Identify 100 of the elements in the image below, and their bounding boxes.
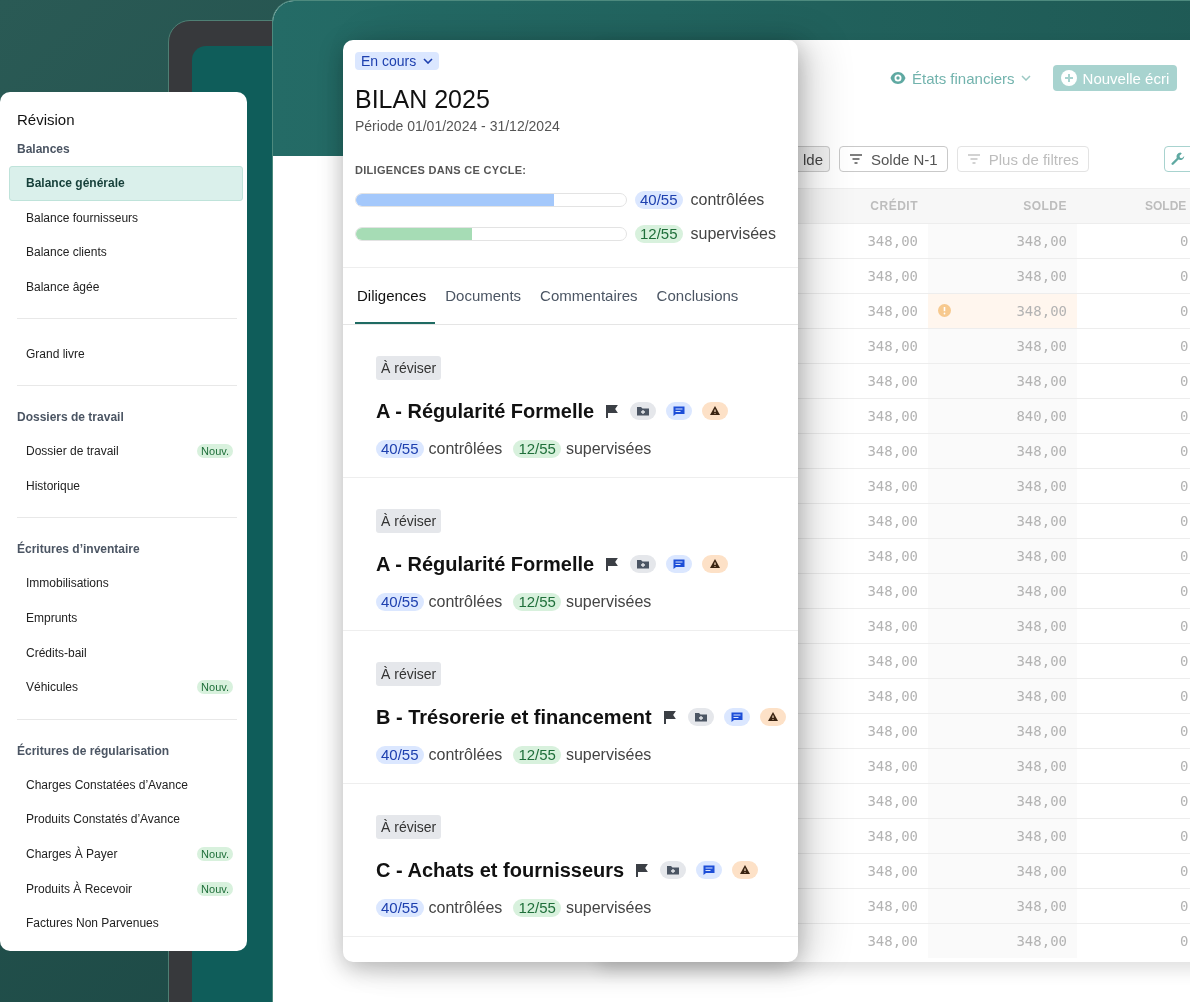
folder-plus-icon[interactable] [687,708,714,726]
sidebar-item[interactable]: Crédits-bail [9,635,243,670]
sidebar-item[interactable]: Immobilisations [9,566,243,601]
cycle-title: BILAN 2025 [355,84,491,114]
comment-icon[interactable] [666,555,693,573]
tab[interactable]: Commentaires [538,268,647,324]
status-label: supervisées [565,440,652,458]
status-label: contrôlées [428,899,503,917]
table-cell-text: 348,00 [1015,792,1068,811]
folder-plus-icon[interactable] [660,861,687,879]
table-cell-text: 0 [1179,582,1190,601]
table-cell-text: 0 [1179,407,1190,426]
tab[interactable]: Diligences [355,268,436,324]
count-badge: 12/55 [513,746,561,764]
table-cell-text: 0 [1179,652,1190,671]
sidebar-item[interactable]: Factures Non Parvenues [9,905,243,941]
table-cell-text: 0 [1179,232,1190,251]
warning-icon[interactable] [759,708,786,726]
status-badge: À réviser [376,509,442,533]
flag-icon[interactable] [606,557,619,571]
sidebar-item[interactable]: Emprunts [9,600,243,636]
table-cell-text: 348,00 [866,652,919,671]
sidebar-item[interactable]: Charges À Payer Nouv. [9,836,243,872]
table-cell-text: 348,00 [1015,477,1068,496]
table-cell-text: 348,00 [866,512,919,531]
count-badge: 40/55 [635,190,683,209]
filter-button[interactable]: lde [798,146,830,172]
sidebar-item[interactable]: Produits À Recevoir Nouv. [9,871,243,906]
table-cell-text: 0 [1179,617,1190,636]
warning-icon[interactable] [702,555,729,573]
sidebar-item[interactable]: Balance âgée [9,269,243,305]
wrench-icon [1170,152,1185,166]
table-cell-text: 348,00 [1015,862,1068,881]
table-cell-text: 348,00 [1015,687,1068,706]
count-badge: 12/55 [513,593,561,611]
table-cell-text: 348,00 [866,267,919,286]
table-cell-text: 348,00 [866,617,919,636]
sidebar-item[interactable]: Historique [9,468,243,504]
sidebar-item[interactable]: Balance clients [9,235,243,270]
warning-icon[interactable] [732,861,759,879]
table-cell-text: 348,00 [866,477,919,496]
filter-button[interactable]: Solde N-1 [839,146,948,172]
table-cell-text: 348,00 [866,722,919,741]
table-cell-text: 0 [1179,792,1190,811]
table-cell-text: 348,00 [866,687,919,706]
eye-icon [890,72,906,84]
table-cell-text: 348,00 [1015,722,1068,741]
table-cell-text: 0 [1179,687,1190,706]
table-cell-text: 348,00 [1015,547,1068,566]
sidebar-item[interactable]: Balance fournisseurs [9,200,243,236]
status-badge: À réviser [376,662,442,686]
table-cell-text: 0 [1179,337,1190,356]
sidebar-item[interactable]: Dossier de travail Nouv. [9,433,243,469]
status-label: contrôlées [428,440,503,458]
tab[interactable]: Documents [443,268,531,324]
table-cell-text: 348,00 [866,372,919,391]
sidebar-item[interactable]: Balance générale [9,166,243,201]
cycle-name: A - Régularité Formelle [376,552,595,576]
filter-icon [966,154,981,164]
comment-icon[interactable] [723,708,750,726]
sidebar-item[interactable]: Charges Constatées d’Avance [9,767,243,803]
section-heading: Dossiers de travail [16,408,125,426]
table-cell-text: 348,00 [1015,932,1068,951]
flag-icon[interactable] [636,863,649,877]
count-badge: 40/55 [376,899,424,917]
flag-icon[interactable] [606,404,619,418]
sidebar-item[interactable]: Grand livre [9,336,243,371]
table-cell-text: 0 [1179,547,1190,566]
table-cell-text: 348,00 [866,827,919,846]
warning-icon[interactable] [702,402,729,420]
table-cell-text: 348,00 [1015,337,1068,356]
section-heading: Balances [16,141,71,158]
tab[interactable]: Conclusions [654,268,748,324]
sidebar-item[interactable]: Véhicules Nouv. [9,669,243,705]
new-badge: Nouv. [197,680,233,695]
count-badge: 40/55 [376,593,424,611]
comment-icon[interactable] [666,402,693,420]
new-badge: Nouv. [197,881,233,896]
new-badge: Nouv. [197,444,233,459]
status-label: supervisées [565,593,652,611]
caret-icon [1020,75,1031,81]
table-cell-text: 348,00 [1015,582,1068,601]
status-badge: À réviser [376,356,442,380]
sidebar-title: Révision [16,110,76,130]
table-cell-text: 348,00 [1015,617,1068,636]
table-cell-text: 348,00 [1015,267,1068,286]
table-cell-text: 348,00 [1015,757,1068,776]
cycle-name: B - Trésorerie et financement [376,705,652,729]
comment-icon[interactable] [696,861,723,879]
flag-icon[interactable] [663,710,676,724]
folder-plus-icon[interactable] [630,402,657,420]
count-badge: 12/55 [635,224,683,243]
status-dropdown[interactable]: En cours [355,52,440,70]
folder-plus-icon[interactable] [630,555,657,573]
table-cell-text: 348,00 [866,792,919,811]
table-cell-text: 348,00 [866,757,919,776]
status-label: supervisées [565,746,652,764]
table-cell-text: 348,00 [866,442,919,461]
table-cell-text: 348,00 [1015,897,1068,916]
sidebar-item[interactable]: Produits Constatés d’Avance [9,802,243,837]
